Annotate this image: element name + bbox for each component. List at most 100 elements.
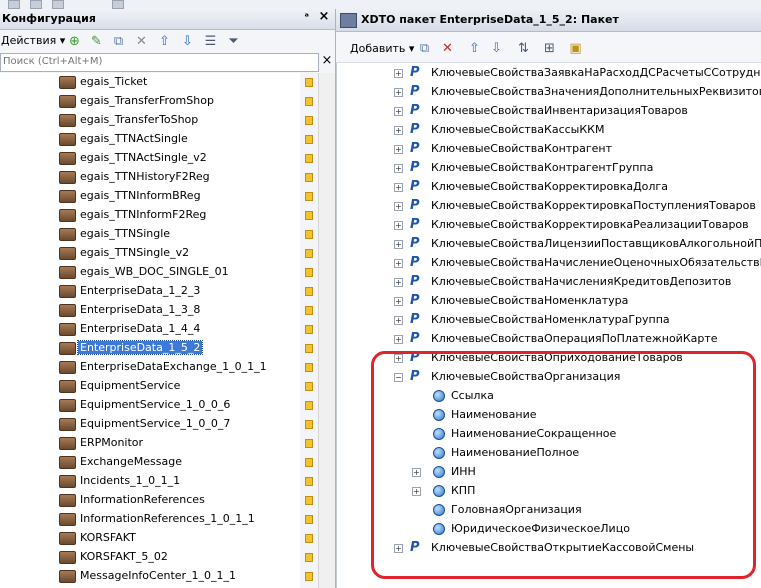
configuration-list-item[interactable]: egais_TTNInformF2Reg: [0, 206, 313, 225]
expand-icon[interactable]: +: [394, 202, 403, 211]
tree-node-type[interactable]: + P КлючевыеСвойстваКонтрагентГруппа: [337, 159, 761, 178]
tree-node-property[interactable]: ЮридическоеФизическоеЛицо: [337, 520, 761, 539]
configuration-list-item[interactable]: EnterpriseData_1_4_4: [0, 320, 313, 339]
tree-node-property[interactable]: ГоловнаяОрганизация: [337, 501, 761, 520]
tree-node-property[interactable]: НаименованиеПолное: [337, 444, 761, 463]
configuration-list-item[interactable]: egais_TTNHistoryF2Reg: [0, 168, 313, 187]
tree-node-property[interactable]: Наименование: [337, 406, 761, 425]
tree-node-type[interactable]: + P КлючевыеСвойстваНачисленияКредитовДепо…: [337, 273, 761, 292]
expand-icon[interactable]: +: [394, 278, 403, 287]
tree-node-type[interactable]: + P КлючевыеСвойстваНоменклатураГруппа: [337, 311, 761, 330]
structure-icon[interactable]: ⊞: [542, 41, 557, 56]
tree-node-property[interactable]: + ИНН: [337, 463, 761, 482]
pin-icon[interactable]: ᵃ: [304, 12, 309, 23]
configuration-list-item[interactable]: InformationReferences: [0, 491, 313, 510]
configuration-list-item[interactable]: egais_TTNSingle_v2: [0, 244, 313, 263]
expand-icon[interactable]: +: [394, 88, 403, 97]
tree-node-type[interactable]: + P КлючевыеСвойстваОприходованиеТоваров: [337, 349, 761, 368]
configuration-list-item[interactable]: egais_Ticket: [0, 73, 313, 92]
tree-node-type[interactable]: + P КлючевыеСвойстваЛицензииПоставщиковАлк…: [337, 235, 761, 254]
configuration-list-item[interactable]: ExchangeMessage: [0, 453, 313, 472]
tree-node-type[interactable]: + P КлючевыеСвойстваОткрытиеКассовойСмены: [337, 539, 761, 558]
search-clear-icon[interactable]: ×: [320, 54, 334, 68]
tree-node-type[interactable]: + P КлючевыеСвойстваИнвентаризацияТоваров: [337, 102, 761, 121]
configuration-list-item[interactable]: KORSFAKT: [0, 529, 313, 548]
configuration-list-item[interactable]: EnterpriseData_1_2_3: [0, 282, 313, 301]
search-input[interactable]: [1, 54, 303, 69]
configuration-list-item[interactable]: egais_TTNActSingle: [0, 130, 313, 149]
copy-icon[interactable]: ⧉: [111, 34, 126, 49]
expand-icon[interactable]: +: [394, 126, 403, 135]
new-item-icon[interactable]: ⧉: [417, 41, 432, 56]
expand-icon[interactable]: +: [394, 259, 403, 268]
tree-node-property[interactable]: НаименованиеСокращенное: [337, 425, 761, 444]
configuration-list-item[interactable]: EnterpriseDataExchange_1_0_1_1: [0, 358, 313, 377]
delete-icon[interactable]: ✕: [134, 34, 149, 49]
toolbar-icon[interactable]: [8, 0, 20, 9]
configuration-list-item[interactable]: KORSFAKT_5_02: [0, 548, 313, 567]
expand-icon[interactable]: +: [412, 468, 421, 477]
tree-node-property[interactable]: Ссылка: [337, 387, 761, 406]
configuration-list-item[interactable]: EquipmentService: [0, 377, 313, 396]
tree-node-type[interactable]: + P КлючевыеСвойстваНоменклатура: [337, 292, 761, 311]
configuration-list-item[interactable]: EquipmentService_1_0_0_6: [0, 396, 313, 415]
toolbar-icon[interactable]: [112, 0, 124, 9]
expand-icon[interactable]: +: [412, 487, 421, 496]
configuration-list-item[interactable]: EquipmentService_1_0_0_7: [0, 415, 313, 434]
add-circle-icon[interactable]: ⊕: [67, 34, 82, 49]
tree-node-type[interactable]: + P КлючевыеСвойстваКорректировкаРеализаци…: [337, 216, 761, 235]
move-down-icon[interactable]: ⇩: [180, 34, 195, 49]
configuration-list-item[interactable]: EnterpriseData_1_5_2: [0, 339, 313, 358]
expand-icon[interactable]: +: [394, 297, 403, 306]
configuration-list-item[interactable]: InformationReferences_1_0_1_1: [0, 510, 313, 529]
expand-icon[interactable]: +: [394, 145, 403, 154]
expand-icon[interactable]: +: [394, 221, 403, 230]
tree-node-type[interactable]: + P КлючевыеСвойстваЗаявкаНаРасходДСРасчет…: [337, 64, 761, 83]
tree-node-type[interactable]: − P КлючевыеСвойстваОрганизация: [337, 368, 761, 387]
configuration-list-item[interactable]: Incidents_1_0_1_1: [0, 472, 313, 491]
add-menu-button[interactable]: Добавить ▾: [350, 42, 414, 55]
search-field[interactable]: [0, 53, 319, 72]
configuration-list-item[interactable]: MessageInfoCenter_1_0_1_1: [0, 567, 313, 586]
expand-icon[interactable]: +: [394, 354, 403, 363]
expand-icon[interactable]: +: [394, 183, 403, 192]
expand-icon[interactable]: +: [394, 164, 403, 173]
tree-node-type[interactable]: + P КлючевыеСвойстваКонтрагент: [337, 140, 761, 159]
toolbar-icon[interactable]: [30, 0, 42, 9]
configuration-list-item[interactable]: egais_WB_DOC_SINGLE_01: [0, 263, 313, 282]
configuration-list-item[interactable]: egais_TransferToShop: [0, 111, 313, 130]
configuration-list-item[interactable]: EnterpriseData_1_3_8: [0, 301, 313, 320]
tree-node-property[interactable]: + КПП: [337, 482, 761, 501]
vertical-scrollbar[interactable]: [318, 73, 335, 588]
edit-pencil-icon[interactable]: ✎: [89, 34, 104, 49]
close-icon[interactable]: ×: [317, 10, 331, 24]
tree-node-type[interactable]: + P КлючевыеСвойстваОперацияПоПлатежнойКар…: [337, 330, 761, 349]
expand-icon[interactable]: +: [394, 240, 403, 249]
actions-menu-button[interactable]: Действия ▾: [1, 34, 65, 47]
configuration-list-item[interactable]: ERPMonitor: [0, 434, 313, 453]
configuration-list-item[interactable]: egais_TTNActSingle_v2: [0, 149, 313, 168]
tree-node-type[interactable]: + P КлючевыеСвойстваКорректировкаПоступлен…: [337, 197, 761, 216]
tree-node-type[interactable]: + P КлючевыеСвойстваЗначенияДополнительных…: [337, 83, 761, 102]
expand-icon[interactable]: +: [394, 335, 403, 344]
expand-icon[interactable]: +: [394, 69, 403, 78]
expand-icon[interactable]: +: [394, 316, 403, 325]
toolbar-icon[interactable]: [52, 0, 64, 9]
expand-icon[interactable]: +: [394, 544, 403, 553]
filter-icon[interactable]: ⏷: [226, 34, 241, 49]
move-up-icon[interactable]: ⇧: [157, 34, 172, 49]
collapse-icon[interactable]: −: [394, 373, 403, 382]
configuration-list-item[interactable]: egais_TransferFromShop: [0, 92, 313, 111]
configuration-list-item[interactable]: egais_TTNSingle: [0, 225, 313, 244]
package-add-icon[interactable]: ▣: [568, 41, 583, 56]
expand-icon[interactable]: +: [394, 107, 403, 116]
list-properties-icon[interactable]: ☰: [203, 34, 218, 49]
delete-icon[interactable]: ✕: [440, 41, 455, 56]
configuration-list-item[interactable]: egais_TTNInformBReg: [0, 187, 313, 206]
move-up-icon[interactable]: ⇧: [467, 41, 482, 56]
move-down-icon[interactable]: ⇩: [489, 41, 504, 56]
tree-node-type[interactable]: + P КлючевыеСвойстваКорректировкаДолга: [337, 178, 761, 197]
sort-icon[interactable]: ⇅: [516, 41, 531, 56]
tree-node-type[interactable]: + P КлючевыеСвойстваКассыККМ: [337, 121, 761, 140]
tree-node-type[interactable]: + P КлючевыеСвойстваНачислениеОценочныхОбя…: [337, 254, 761, 273]
